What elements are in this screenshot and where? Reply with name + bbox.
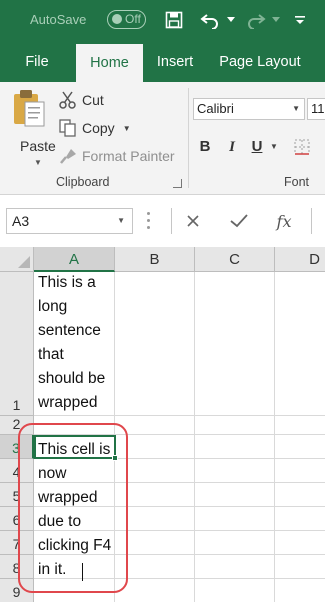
underline-button[interactable]: U — [247, 136, 267, 158]
name-box-value: A3 — [12, 213, 30, 229]
borders-icon — [294, 139, 310, 155]
font-name-value: Calibri — [197, 101, 234, 116]
fx-label: fx — [276, 211, 292, 231]
row-header-1[interactable]: 1 — [0, 272, 34, 416]
cut-label: Cut — [82, 92, 104, 108]
customize-quick-access-icon[interactable] — [292, 8, 308, 32]
row-number: 1 — [12, 397, 21, 413]
paste-icon — [14, 90, 45, 127]
title-bar: AutoSave Off — [0, 0, 325, 42]
clipboard-group-label: Clipboard — [56, 175, 110, 189]
paintbrush-icon — [60, 149, 76, 164]
gridline — [274, 272, 275, 602]
format-painter-button[interactable]: Format Painter — [58, 145, 175, 167]
font-name-select[interactable]: Calibri ▼ — [193, 98, 305, 120]
formula-input[interactable] — [311, 208, 325, 234]
name-box[interactable]: A3 ▼ — [6, 208, 133, 234]
resize-handle-icon[interactable] — [147, 212, 150, 230]
chevron-down-icon: ▼ — [292, 104, 300, 113]
column-header-a[interactable]: A — [34, 247, 115, 272]
copy-label: Copy — [82, 120, 115, 136]
save-icon[interactable] — [162, 8, 186, 32]
undo-dropdown-icon[interactable] — [225, 8, 237, 32]
tab-page-layout[interactable]: Page Layout — [212, 42, 308, 82]
borders-button[interactable] — [294, 139, 310, 155]
italic-button[interactable]: I — [222, 136, 242, 158]
undo-icon[interactable] — [198, 8, 222, 32]
chevron-down-icon: ▼ — [122, 123, 131, 133]
copy-icon — [59, 119, 76, 137]
select-all-icon — [18, 256, 30, 268]
redo-icon — [244, 8, 268, 32]
select-all-button[interactable] — [0, 247, 34, 272]
tab-home[interactable]: Home — [76, 44, 143, 82]
formula-bar-divider — [171, 208, 172, 234]
group-divider — [188, 88, 189, 188]
spreadsheet-grid[interactable]: A B C D 1 2 3 4 5 6 7 8 9 This is a long… — [0, 247, 325, 602]
formula-bar: A3 ▼ fx — [0, 195, 325, 247]
underline-dropdown-icon[interactable]: ▼ — [270, 136, 278, 158]
column-header-c[interactable]: C — [195, 247, 275, 272]
chevron-down-icon: ▼ — [34, 158, 42, 167]
paste-button[interactable]: Paste ▼ — [8, 86, 56, 168]
chevron-down-icon: ▼ — [117, 216, 125, 225]
autosave-state: Off — [125, 12, 141, 26]
cancel-icon[interactable] — [180, 208, 206, 234]
annotation-highlight — [18, 423, 128, 593]
gridline — [194, 272, 195, 602]
cell-a1[interactable]: This is a long sentence that should be w… — [38, 271, 105, 415]
font-size-select[interactable]: 11 — [307, 98, 325, 120]
ribbon-tabs: File Home Insert Page Layout — [0, 42, 325, 82]
font-size-value: 11 — [311, 101, 325, 116]
scissors-icon — [59, 91, 76, 109]
copy-button[interactable]: Copy ▼ — [58, 117, 131, 139]
redo-dropdown-icon — [270, 8, 282, 32]
autosave-toggle[interactable]: Off — [107, 10, 146, 29]
toggle-knob — [112, 14, 122, 24]
gridline — [34, 415, 325, 416]
clipboard-launcher-icon[interactable] — [173, 179, 182, 188]
paste-label: Paste — [20, 138, 56, 154]
autosave-label: AutoSave — [30, 12, 87, 27]
insert-function-icon[interactable]: fx — [271, 208, 297, 234]
bold-button[interactable]: B — [195, 136, 215, 158]
font-group-label: Font — [284, 175, 310, 189]
ribbon: Paste ▼ Cut Copy ▼ Format Painter Clipbo… — [0, 82, 325, 195]
column-header-d[interactable]: D — [275, 247, 325, 272]
tab-file[interactable]: File — [12, 42, 62, 82]
cut-button[interactable]: Cut — [58, 89, 104, 111]
enter-icon[interactable] — [226, 208, 252, 234]
tab-insert[interactable]: Insert — [148, 42, 202, 82]
format-painter-label: Format Painter — [82, 148, 175, 164]
column-header-b[interactable]: B — [115, 247, 195, 272]
